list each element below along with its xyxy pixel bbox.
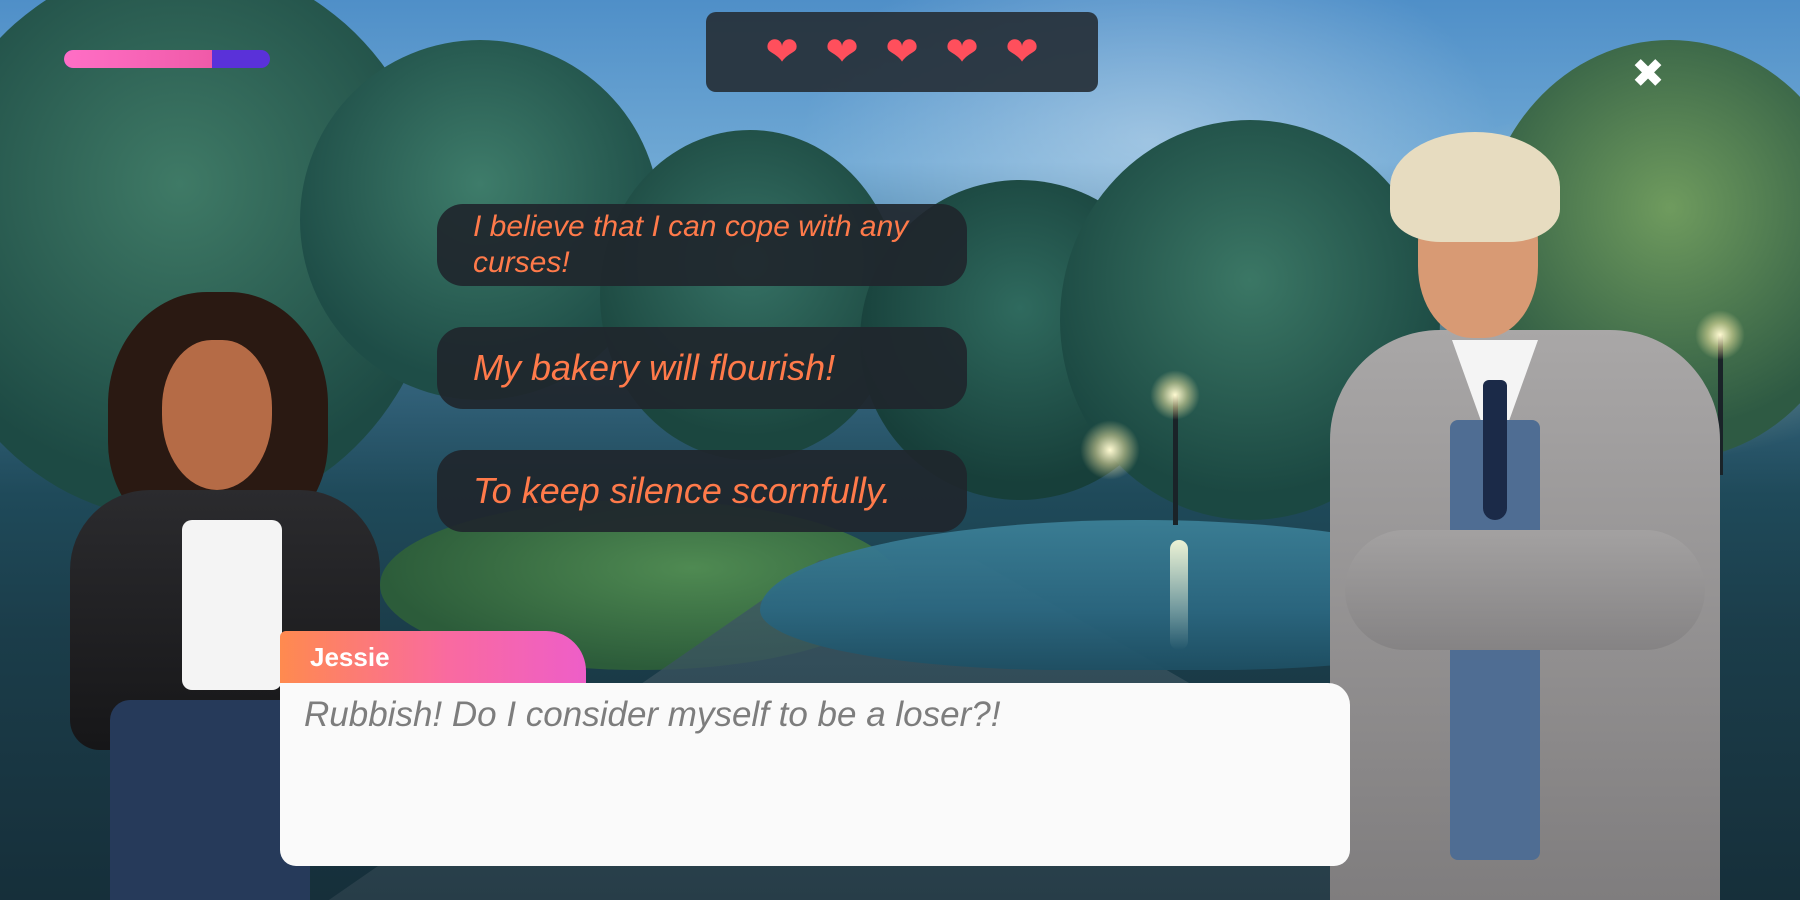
heart-icon: ❤ xyxy=(765,29,799,75)
heart-icon: ❤ xyxy=(825,29,859,75)
speaker-name: Jessie xyxy=(310,642,390,672)
choice-text: My bakery will flourish! xyxy=(473,347,836,388)
hearts-panel: ❤ ❤ ❤ ❤ ❤ xyxy=(706,12,1098,92)
close-button[interactable]: ✖ xyxy=(1628,54,1668,94)
dialogue-text: Rubbish! Do I consider myself to be a lo… xyxy=(304,695,1001,734)
lamp-light xyxy=(1080,420,1140,480)
heart-icon: ❤ xyxy=(1005,29,1039,75)
choice-text: I believe that I can cope with any curse… xyxy=(473,210,909,279)
choice-button-1[interactable]: I believe that I can cope with any curse… xyxy=(437,204,967,286)
heart-icon: ❤ xyxy=(945,29,979,75)
man-hair xyxy=(1390,132,1560,242)
dialogue-box[interactable]: Rubbish! Do I consider myself to be a lo… xyxy=(280,683,1350,866)
choice-button-2[interactable]: My bakery will flourish! xyxy=(437,327,967,409)
choice-text: To keep silence scornfully. xyxy=(473,470,892,511)
jessie-face xyxy=(162,340,272,490)
jessie-top xyxy=(182,520,282,690)
choice-button-3[interactable]: To keep silence scornfully. xyxy=(437,450,967,532)
man-tie xyxy=(1483,380,1507,520)
lamp-light xyxy=(1150,370,1200,420)
lamp-reflection xyxy=(1170,540,1188,650)
lamp-light xyxy=(1695,310,1745,360)
speaker-name-tab: Jessie xyxy=(280,631,586,683)
heart-icon: ❤ xyxy=(885,29,919,75)
progress-bar xyxy=(64,50,270,68)
tree xyxy=(600,130,900,460)
progress-bar-fill xyxy=(64,50,213,68)
man-crossed-arms xyxy=(1345,530,1705,650)
close-icon: ✖ xyxy=(1631,51,1665,97)
